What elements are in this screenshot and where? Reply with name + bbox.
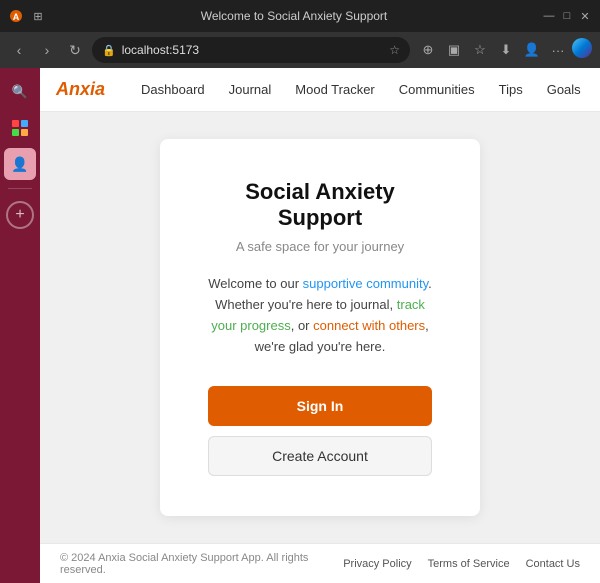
search-icon: 🔍 xyxy=(12,84,28,100)
page-body: Social Anxiety Support A safe space for … xyxy=(40,112,600,543)
edge-logo xyxy=(572,38,592,58)
browser-icon: A xyxy=(8,8,24,24)
star-icon[interactable]: ☆ xyxy=(389,43,400,57)
card-title: Social Anxiety Support xyxy=(208,179,432,231)
sidebar-divider xyxy=(8,188,32,189)
browser-toolbar: ⊕ ▣ ☆ ⬇ 👤 ··· xyxy=(416,38,592,62)
sidebar-windows[interactable] xyxy=(4,112,36,144)
user-glyph: 👤 xyxy=(11,156,28,173)
address-bar: ‹ › ↻ 🔒 localhost:5173 ☆ ⊕ ▣ ☆ ⬇ 👤 ··· xyxy=(0,32,600,68)
welcome-card: Social Anxiety Support A safe space for … xyxy=(160,139,480,515)
signin-link[interactable]: Sign in xyxy=(593,71,600,109)
body-text-prefix: Welcome to our xyxy=(208,276,302,291)
refresh-button[interactable]: ↻ xyxy=(64,39,86,61)
body-link-community: supportive community xyxy=(303,276,428,291)
sidebar-user[interactable]: 👤 xyxy=(4,148,36,180)
page-footer: © 2024 Anxia Social Anxiety Support App.… xyxy=(40,543,600,583)
terms-of-service-link[interactable]: Terms of Service xyxy=(428,558,510,570)
plus-icon: + xyxy=(15,206,24,224)
nav-goals[interactable]: Goals xyxy=(535,68,593,112)
nav-dashboard[interactable]: Dashboard xyxy=(129,68,217,112)
maximize-btn[interactable]: □ xyxy=(560,9,574,23)
nav-journal[interactable]: Journal xyxy=(217,68,284,112)
window-title: Welcome to Social Anxiety Support xyxy=(52,9,536,23)
user-icon: 👤 xyxy=(4,148,36,180)
downloads-icon[interactable]: ⬇ xyxy=(494,38,518,62)
more-icon[interactable]: ··· xyxy=(546,38,570,62)
url-actions: ☆ xyxy=(389,43,400,57)
privacy-policy-link[interactable]: Privacy Policy xyxy=(343,558,411,570)
nav-tips[interactable]: Tips xyxy=(487,68,535,112)
footer-copyright: © 2024 Anxia Social Anxiety Support App.… xyxy=(60,552,343,576)
sidebar-add-button[interactable]: + xyxy=(6,201,34,229)
footer-links: Privacy Policy Terms of Service Contact … xyxy=(343,558,580,570)
favorites-icon[interactable]: ☆ xyxy=(468,38,492,62)
forward-button[interactable]: › xyxy=(36,39,58,61)
minimize-btn[interactable]: — xyxy=(542,9,556,23)
nav-auth: Sign in Sign up xyxy=(593,71,600,109)
close-btn[interactable]: ✕ xyxy=(578,9,592,23)
body-link-connect: connect with others xyxy=(313,318,425,333)
main-content: Anxia Dashboard Journal Mood Tracker Com… xyxy=(40,68,600,583)
title-bar: A ⊞ Welcome to Social Anxiety Support — … xyxy=(0,0,600,32)
svg-text:A: A xyxy=(13,12,20,22)
extensions-icon[interactable]: ⊕ xyxy=(416,38,440,62)
nav-mood-tracker[interactable]: Mood Tracker xyxy=(283,68,386,112)
browser-body: 🔍 👤 + Anxia Dashboard Journal Mood T xyxy=(0,68,600,583)
contact-us-link[interactable]: Contact Us xyxy=(526,558,580,570)
profile-icon[interactable]: 👤 xyxy=(520,38,544,62)
window-controls[interactable]: — □ ✕ xyxy=(542,9,592,23)
lock-icon: 🔒 xyxy=(102,44,116,57)
url-text: localhost:5173 xyxy=(122,43,199,57)
tab-icon: ⊞ xyxy=(30,8,46,24)
card-subtitle: A safe space for your journey xyxy=(208,239,432,254)
windows-icon xyxy=(12,120,28,136)
app-logo[interactable]: Anxia xyxy=(56,79,105,100)
signin-button[interactable]: Sign In xyxy=(208,386,432,426)
app-nav: Anxia Dashboard Journal Mood Tracker Com… xyxy=(40,68,600,112)
back-button[interactable]: ‹ xyxy=(8,39,30,61)
left-sidebar: 🔍 👤 + xyxy=(0,68,40,583)
collections-icon[interactable]: ▣ xyxy=(442,38,466,62)
body-text-mid2: , or xyxy=(291,318,313,333)
create-account-button[interactable]: Create Account xyxy=(208,436,432,476)
sidebar-search[interactable]: 🔍 xyxy=(4,76,36,108)
url-bar[interactable]: 🔒 localhost:5173 ☆ xyxy=(92,37,410,63)
browser-chrome: A ⊞ Welcome to Social Anxiety Support — … xyxy=(0,0,600,68)
card-body: Welcome to our supportive community. Whe… xyxy=(208,274,432,357)
nav-communities[interactable]: Communities xyxy=(387,68,487,112)
